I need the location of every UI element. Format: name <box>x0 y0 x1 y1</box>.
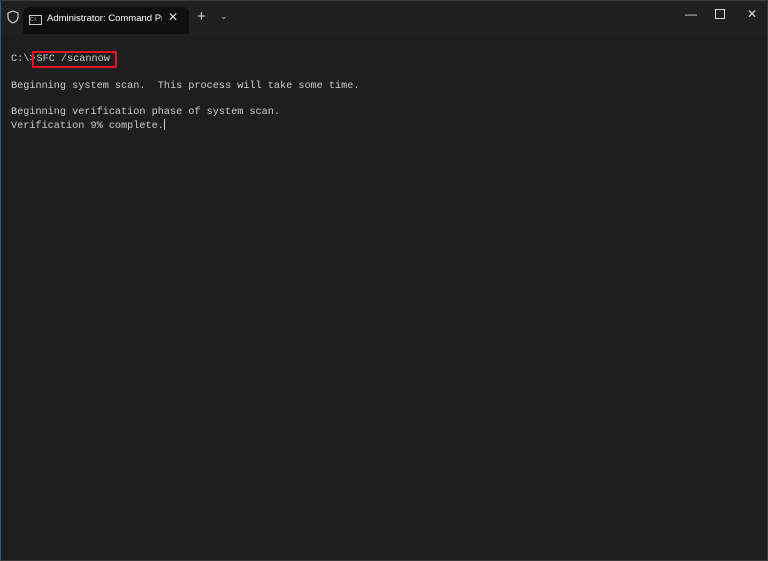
terminal-window: C:\ Administrator: Command Prompt ✕ + ⌄ … <box>0 0 768 561</box>
command-highlighted: SFC /scannow <box>32 51 117 68</box>
minimize-icon[interactable]: — <box>685 7 697 21</box>
prompt: C:\> <box>11 54 36 65</box>
cmd-icon: C:\ <box>29 15 42 25</box>
output-line: Verification 9% complete. <box>11 121 164 133</box>
tab-title: Administrator: Command Prompt <box>47 13 162 24</box>
window-close-icon[interactable]: ✕ <box>747 7 757 21</box>
output-line: Beginning verification phase of system s… <box>11 107 280 119</box>
chevron-down-icon[interactable]: ⌄ <box>220 11 228 22</box>
plus-icon[interactable]: + <box>197 8 206 25</box>
output-line: Beginning system scan. This process will… <box>11 80 360 92</box>
shield-icon <box>7 10 19 24</box>
tab-command-prompt[interactable]: C:\ Administrator: Command Prompt ✕ <box>23 7 189 34</box>
text-cursor <box>163 119 165 131</box>
maximize-icon[interactable] <box>715 9 725 19</box>
close-icon[interactable]: ✕ <box>168 10 178 24</box>
title-bar: C:\ Administrator: Command Prompt ✕ + ⌄ … <box>1 1 767 34</box>
terminal-output[interactable]: C:\>SFC /scannow Beginning system scan. … <box>11 51 360 134</box>
